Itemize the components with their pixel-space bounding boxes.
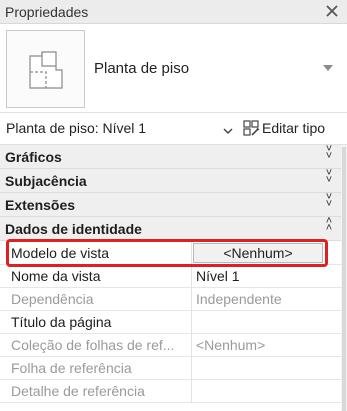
property-name: Título da página xyxy=(11,314,112,330)
expand-icon[interactable]: ˅ ˅ xyxy=(325,144,333,162)
property-row-detalhe-de-referencia: Detalhe de referência xyxy=(0,380,341,403)
edit-type-button[interactable]: Editar tipo xyxy=(240,118,340,140)
sheet-collection-value: <Nenhum> xyxy=(196,337,266,353)
view-name-field[interactable]: Nível 1 xyxy=(196,268,240,284)
type-thumbnail xyxy=(6,30,85,108)
property-name: Nome da vista xyxy=(11,268,101,284)
category-subjacencia[interactable]: Subjacência ˅ ˅ xyxy=(0,168,341,193)
instance-filter-bar: Planta de piso: Nível 1 Editar tipo xyxy=(0,113,347,145)
panel-title: Propriedades xyxy=(5,4,89,20)
property-row-colecao-de-folhas: Coleção de folhas de ref... <Nenhum> xyxy=(0,334,341,357)
chevron-down-icon[interactable] xyxy=(222,123,234,135)
dependency-value: Independente xyxy=(196,291,282,307)
category-label: Dados de identidade xyxy=(5,221,142,237)
column-divider xyxy=(191,334,192,357)
category-label: Subjacência xyxy=(5,173,87,189)
property-row-nome-da-vista: Nome da vista Nível 1 xyxy=(0,265,341,288)
property-row-folha-de-referencia: Folha de referência xyxy=(0,357,341,380)
property-name: Coleção de folhas de ref... xyxy=(11,337,175,353)
property-name: Dependência xyxy=(11,291,94,307)
type-dropdown-caret-icon[interactable] xyxy=(323,65,333,71)
collapse-icon[interactable]: ˄ ˄ xyxy=(325,216,333,234)
properties-scrollbar[interactable] xyxy=(341,145,347,411)
column-divider xyxy=(191,380,192,403)
close-icon[interactable] xyxy=(323,2,341,20)
expand-icon[interactable]: ˅ ˅ xyxy=(325,192,333,210)
highlight-annotation xyxy=(6,239,328,267)
edit-type-icon xyxy=(243,120,260,136)
category-graficos[interactable]: Gráficos ˅ ˅ xyxy=(0,144,341,169)
category-dados-de-identidade[interactable]: Dados de identidade ˄ ˄ xyxy=(0,216,341,241)
type-selector[interactable]: Planta de piso xyxy=(0,24,347,113)
property-row-titulo-da-pagina: Título da página xyxy=(0,311,341,334)
edit-type-label: Editar tipo xyxy=(262,120,326,136)
category-label: Gráficos xyxy=(5,149,62,165)
category-label: Extensões xyxy=(5,197,76,213)
property-row-dependencia: Dependência Independente xyxy=(0,288,341,311)
column-divider xyxy=(191,288,192,311)
category-extensoes[interactable]: Extensões ˅ ˅ xyxy=(0,192,341,217)
column-divider xyxy=(191,357,192,380)
column-divider xyxy=(191,265,192,288)
properties-titlebar: Propriedades xyxy=(0,0,347,24)
type-name: Planta de piso xyxy=(94,60,190,77)
expand-icon[interactable]: ˅ ˅ xyxy=(325,168,333,186)
property-name: Detalhe de referência xyxy=(11,383,145,399)
property-name: Folha de referência xyxy=(11,360,132,376)
scrollbar-thumb[interactable] xyxy=(342,147,346,411)
instance-selector[interactable]: Planta de piso: Nível 1 xyxy=(6,120,146,136)
column-divider xyxy=(191,311,192,334)
